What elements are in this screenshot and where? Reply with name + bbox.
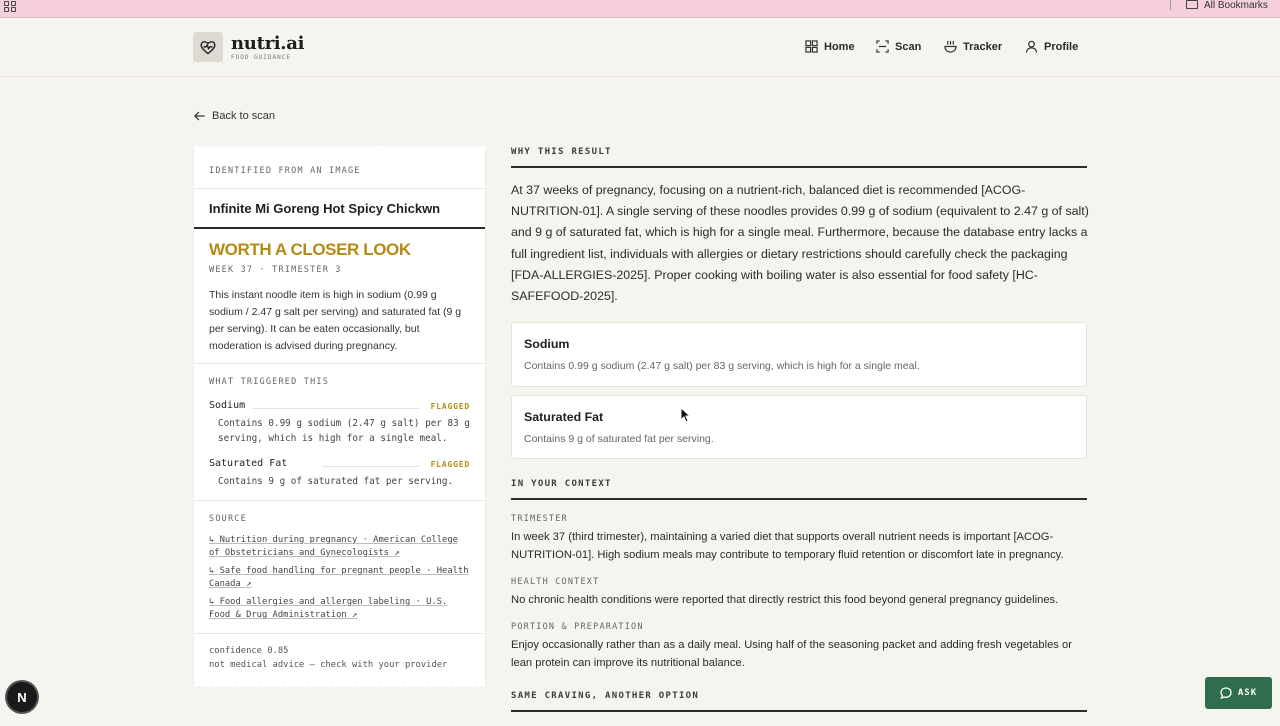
- nutrient-box-title: Saturated Fat: [524, 410, 604, 424]
- arrow-left-icon: [194, 111, 205, 121]
- why-rule: [511, 166, 1087, 168]
- brand-name[interactable]: nutri.ai: [231, 33, 304, 54]
- nav-scan-label: Scan: [895, 40, 922, 53]
- result-card: IDENTIFIED FROM AN IMAGE Infinite Mi Gor…: [194, 145, 485, 688]
- nutrient-box-desc: Contains 0.99 g sodium (2.47 g salt) per…: [524, 360, 920, 372]
- verdict-title: WORTH A CLOSER LOOK: [209, 240, 411, 259]
- ask-label: ASK: [1237, 688, 1258, 698]
- week-trimester: WEEK 37 · TRIMESTER 3: [209, 265, 342, 275]
- source-acog-text: ↳ Nutrition during pregnancy · American …: [209, 535, 458, 558]
- nutrient-box-saturated-fat: Saturated Fat Contains 9 g of saturated …: [511, 395, 1087, 459]
- apps-grid-icon[interactable]: [4, 1, 18, 13]
- top-navigation: nutri.ai FOOD GUIDANCE Home Scan Tracker…: [0, 18, 1280, 77]
- nav-tracker-label: Tracker: [963, 40, 1003, 53]
- triggers-label: WHAT TRIGGERED THIS: [209, 377, 330, 387]
- alternative-rule: [511, 710, 1087, 712]
- trimester-label: TRIMESTER: [511, 514, 568, 524]
- chat-bubble-icon: [1220, 687, 1232, 699]
- confidence-score: confidence 0.85: [209, 646, 289, 656]
- nutrient-box-desc: Contains 9 g of saturated fat per servin…: [524, 433, 714, 445]
- verdict-summary: This instant noodle item is high in sodi…: [209, 289, 462, 352]
- portion-label: PORTION & PREPARATION: [511, 622, 644, 632]
- heart-pulse-icon: [200, 40, 216, 54]
- divider: [194, 188, 485, 189]
- source-fda-text: ↳ Food allergies and allergen labeling ·…: [209, 597, 448, 620]
- nav-scan[interactable]: Scan: [876, 40, 921, 53]
- trigger-flag-sodium: FLAGGED: [430, 402, 470, 411]
- mouse-cursor-icon: [680, 407, 690, 423]
- nutrient-box-sodium: Sodium Contains 0.99 g sodium (2.47 g sa…: [511, 322, 1087, 387]
- why-heading: WHY THIS RESULT: [511, 147, 612, 157]
- nav-profile-label: Profile: [1044, 40, 1079, 53]
- all-bookmarks-label: All Bookmarks: [1204, 0, 1268, 11]
- source-link-acog[interactable]: ↳ Nutrition during pregnancy · American …: [209, 534, 471, 560]
- food-name-rule: [194, 227, 485, 229]
- back-link-label: Back to scan: [212, 110, 275, 122]
- divider: [194, 500, 485, 501]
- folder-icon: [1186, 0, 1198, 9]
- bowl-icon: [944, 40, 957, 53]
- all-bookmarks-button[interactable]: All Bookmarks: [1186, 0, 1268, 11]
- trigger-desc-sodium: Contains 0.99 g sodium (2.47 g salt) per…: [218, 418, 470, 444]
- nutrient-box-title: Sodium: [524, 337, 570, 351]
- divider: [194, 363, 485, 364]
- source-link-fda[interactable]: ↳ Food allergies and allergen labeling ·…: [209, 596, 471, 622]
- trigger-leader: [252, 408, 420, 409]
- card-top-edge: [194, 145, 485, 149]
- nav-home[interactable]: Home: [805, 40, 855, 53]
- alternative-heading: SAME CRAVING, ANOTHER OPTION: [511, 691, 700, 701]
- user-icon: [1025, 40, 1038, 53]
- food-name: Infinite Mi Goreng Hot Spicy Chickwn: [209, 201, 441, 216]
- trimester-text: In week 37 (third trimester), maintainin…: [511, 531, 1064, 561]
- medical-disclaimer: not medical advice — check with your pro…: [209, 660, 448, 670]
- nav-tracker[interactable]: Tracker: [944, 40, 1002, 53]
- nav-profile[interactable]: Profile: [1025, 40, 1078, 53]
- back-to-scan-link[interactable]: Back to scan: [194, 110, 275, 122]
- logo[interactable]: [193, 32, 223, 62]
- portion-text: Enjoy occasionally rather than as a dail…: [511, 639, 1072, 669]
- trigger-leader: [322, 466, 420, 467]
- context-rule: [511, 498, 1087, 500]
- trigger-desc-saturated-fat: Contains 9 g of saturated fat per servin…: [218, 476, 454, 487]
- dev-tools-badge[interactable]: N: [7, 682, 37, 712]
- ask-button[interactable]: ASK: [1205, 677, 1272, 709]
- source-link-health-canada[interactable]: ↳ Safe food handling for pregnant people…: [209, 565, 471, 591]
- health-context-label: HEALTH CONTEXT: [511, 577, 600, 587]
- trigger-name-sodium: Sodium: [209, 400, 246, 411]
- trigger-name-saturated-fat: Saturated Fat: [209, 458, 288, 469]
- context-heading: IN YOUR CONTEXT: [511, 479, 612, 489]
- divider: [194, 633, 485, 634]
- identified-label: IDENTIFIED FROM AN IMAGE: [209, 166, 361, 176]
- health-context-text: No chronic health conditions were report…: [511, 594, 1059, 606]
- brand-tagline: FOOD GUIDANCE: [231, 54, 291, 61]
- grid-icon: [805, 40, 818, 53]
- scan-icon: [876, 40, 889, 53]
- card-bottom-edge: [194, 684, 485, 688]
- why-explanation: At 37 weeks of pregnancy, focusing on a …: [511, 183, 1089, 304]
- source-label: SOURCE: [209, 514, 247, 524]
- bookmarks-separator: [1170, 0, 1171, 10]
- source-hc-text: ↳ Safe food handling for pregnant people…: [209, 566, 469, 589]
- bookmarks-bar: All Bookmarks: [0, 0, 1280, 18]
- trigger-flag-saturated-fat: FLAGGED: [430, 460, 470, 469]
- nav-home-label: Home: [824, 40, 855, 53]
